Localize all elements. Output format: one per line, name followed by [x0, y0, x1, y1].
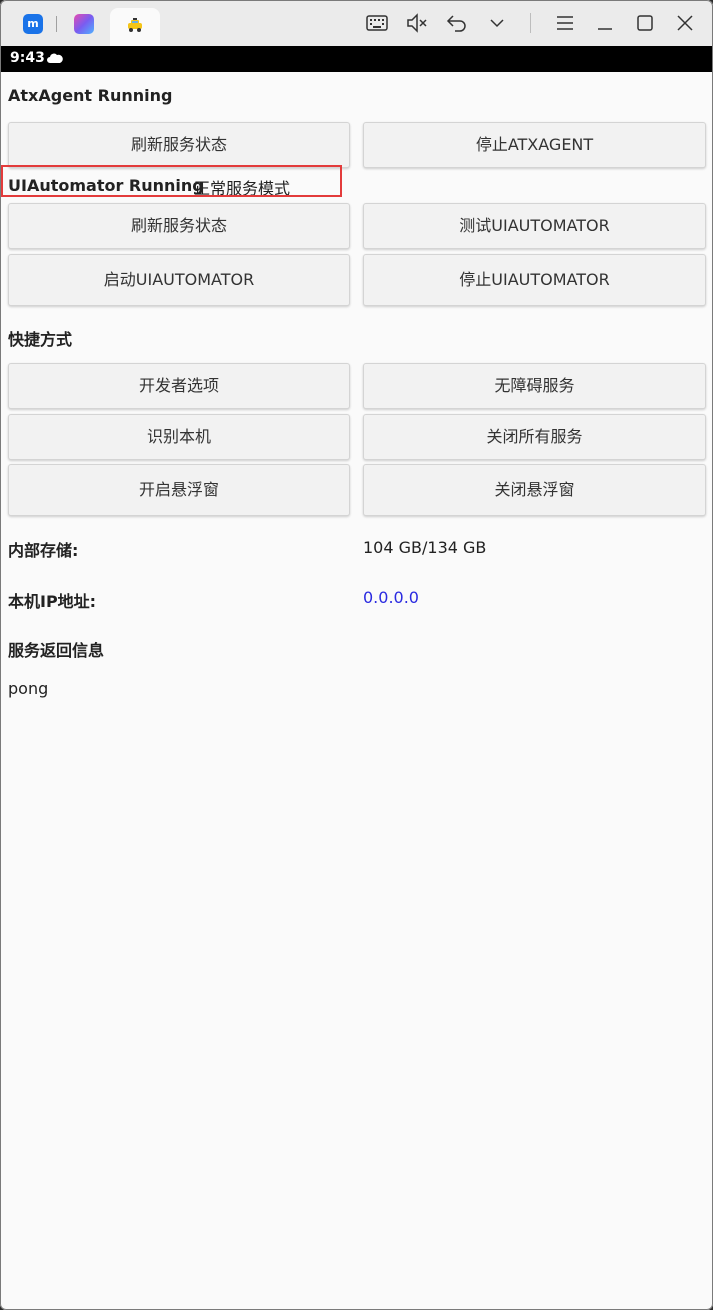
- close-floating-window-button[interactable]: 关闭悬浮窗: [363, 464, 706, 516]
- atx-status-label: AtxAgent Running: [8, 86, 173, 105]
- service-response-value: pong: [8, 679, 49, 698]
- mumu-app-tab-icon[interactable]: m: [23, 14, 43, 34]
- shortcuts-heading: 快捷方式: [8, 330, 73, 349]
- storage-value: 104 GB/134 GB: [363, 538, 487, 557]
- status-time: 9:43: [10, 50, 45, 66]
- stop-uiautomator-button[interactable]: 停止UIAUTOMATOR: [363, 254, 706, 306]
- minimize-icon[interactable]: [593, 11, 617, 35]
- service-response-heading: 服务返回信息: [8, 641, 105, 660]
- notification-cloud-icon: [47, 53, 63, 63]
- mute-icon[interactable]: [405, 11, 429, 35]
- keyboard-icon[interactable]: [365, 11, 389, 35]
- close-all-services-button[interactable]: 关闭所有服务: [363, 414, 706, 460]
- toolbar-divider: [530, 13, 531, 33]
- android-status-bar: 9:43: [0, 46, 713, 72]
- open-floating-window-button[interactable]: 开启悬浮窗: [8, 464, 350, 516]
- identify-device-button[interactable]: 识别本机: [8, 414, 350, 460]
- emulator-window: m 9:43 AtxAgent Running 刷新服务状态 停止ATXAGEN…: [0, 0, 713, 1310]
- ip-address-value[interactable]: 0.0.0.0: [363, 588, 419, 607]
- highlight-box: [1, 165, 342, 197]
- tab-separator: [56, 16, 57, 32]
- game-app-tab-icon[interactable]: [74, 14, 94, 34]
- storage-label: 内部存储:: [8, 541, 79, 560]
- taxi-icon: [128, 18, 142, 32]
- maximize-icon[interactable]: [633, 11, 657, 35]
- stop-atxagent-button[interactable]: 停止ATXAGENT: [363, 122, 706, 168]
- menu-icon[interactable]: [553, 11, 577, 35]
- title-bar: m: [0, 0, 713, 46]
- accessibility-service-button[interactable]: 无障碍服务: [363, 363, 706, 409]
- atx-refresh-button[interactable]: 刷新服务状态: [8, 122, 350, 168]
- active-tab-atx[interactable]: [110, 8, 160, 46]
- test-uiautomator-button[interactable]: 测试UIAUTOMATOR: [363, 203, 706, 249]
- chevron-down-icon[interactable]: [485, 11, 509, 35]
- back-arrow-icon[interactable]: [445, 11, 469, 35]
- start-uiautomator-button[interactable]: 启动UIAUTOMATOR: [8, 254, 350, 306]
- uiautomator-refresh-button[interactable]: 刷新服务状态: [8, 203, 350, 249]
- developer-options-button[interactable]: 开发者选项: [8, 363, 350, 409]
- close-icon[interactable]: [673, 11, 697, 35]
- app-content: AtxAgent Running 刷新服务状态 停止ATXAGENT UIAut…: [0, 72, 713, 1310]
- ip-address-label: 本机IP地址:: [8, 592, 97, 611]
